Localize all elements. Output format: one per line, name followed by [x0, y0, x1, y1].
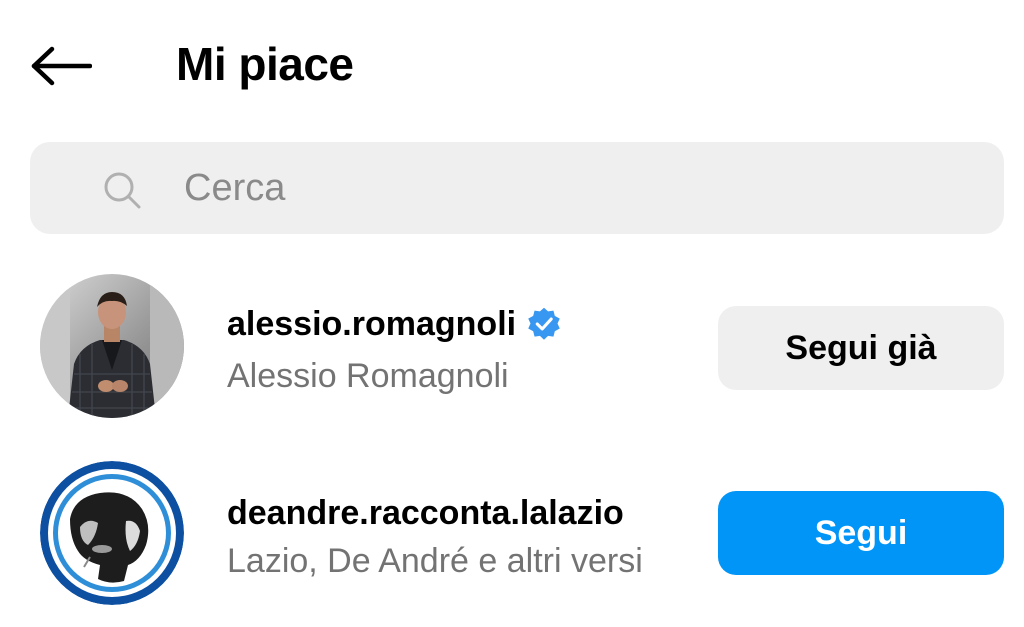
username-line: deandre.racconta.lalazio [227, 491, 624, 535]
follow-button[interactable]: Segui [718, 491, 1004, 575]
back-button[interactable] [26, 38, 96, 94]
username[interactable]: alessio.romagnoli [227, 302, 516, 346]
avatar[interactable] [40, 274, 184, 418]
verified-badge-icon [528, 307, 560, 340]
search-bar[interactable] [30, 142, 1004, 234]
search-icon [104, 172, 141, 209]
profile-photo [40, 461, 184, 605]
full-name: Alessio Romagnoli [227, 357, 509, 395]
profile-photo [40, 274, 184, 418]
list-item[interactable]: alessio.romagnoli Alessio Romagnoli Segu… [0, 270, 1024, 420]
list-item[interactable]: deandre.racconta.lalazio Lazio, De André… [0, 455, 1024, 605]
following-button[interactable]: Segui già [718, 306, 1004, 390]
full-name: Lazio, De André e altri versi [227, 542, 643, 580]
likes-screen: Mi piace Cerca alessio.romagnoli Alessio… [0, 0, 1024, 627]
page-title: Mi piace [176, 38, 354, 90]
arrow-left-icon [31, 46, 92, 86]
username[interactable]: deandre.racconta.lalazio [227, 491, 624, 535]
username-line: alessio.romagnoli [227, 302, 562, 346]
search-input[interactable] [184, 142, 984, 234]
avatar[interactable] [40, 461, 184, 605]
